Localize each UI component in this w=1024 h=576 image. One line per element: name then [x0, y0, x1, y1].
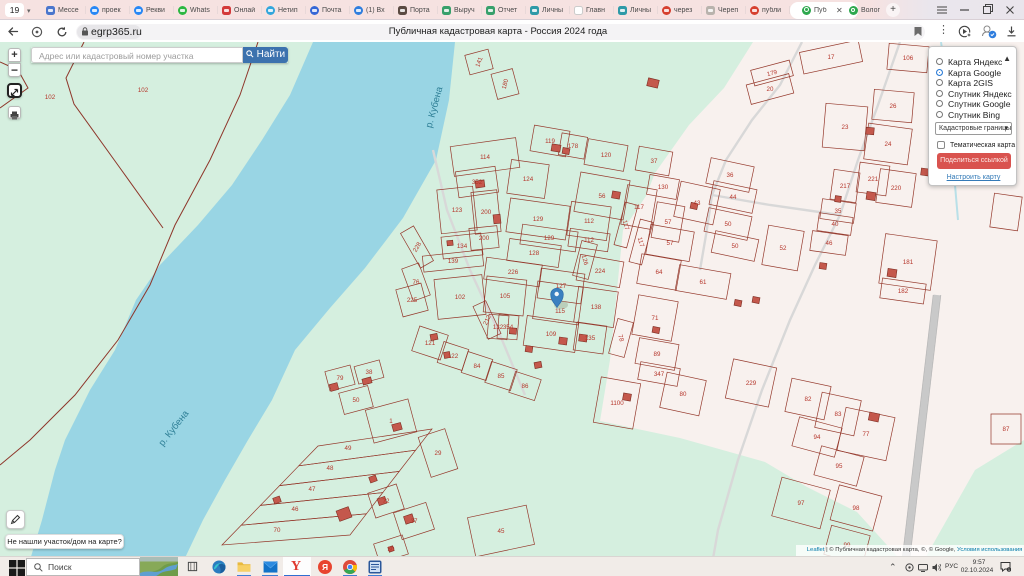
svg-text:30: 30: [388, 546, 395, 553]
svg-text:72: 72: [383, 498, 390, 505]
svg-text:83: 83: [835, 411, 842, 418]
svg-text:86: 86: [522, 383, 529, 390]
svg-text:46: 46: [292, 506, 299, 513]
svg-text:24: 24: [885, 141, 892, 148]
svg-text:121: 121: [425, 340, 436, 347]
svg-text:105: 105: [500, 293, 511, 300]
svg-text:79: 79: [337, 375, 344, 382]
svg-text:117: 117: [634, 204, 644, 211]
svg-text:129: 129: [544, 235, 555, 242]
svg-text:26: 26: [890, 103, 897, 110]
svg-text:56: 56: [599, 193, 606, 200]
svg-text:38: 38: [366, 369, 373, 376]
svg-text:23: 23: [842, 124, 849, 131]
svg-text:120: 120: [601, 152, 612, 159]
svg-text:112: 112: [584, 218, 594, 225]
svg-text:61: 61: [700, 279, 707, 286]
svg-text:135: 135: [585, 335, 596, 342]
svg-text:29: 29: [435, 450, 442, 457]
svg-text:102: 102: [138, 87, 149, 94]
svg-text:200: 200: [479, 235, 490, 242]
svg-text:347: 347: [654, 371, 665, 378]
svg-text:97: 97: [798, 500, 805, 507]
svg-text:119: 119: [545, 138, 555, 145]
svg-text:48: 48: [327, 465, 334, 472]
svg-text:95: 95: [836, 463, 843, 470]
svg-text:46: 46: [826, 240, 833, 247]
svg-text:Я: Я: [322, 562, 328, 572]
svg-text:138: 138: [591, 304, 602, 311]
svg-text:43: 43: [694, 200, 701, 207]
svg-text:76: 76: [413, 279, 420, 286]
svg-text:128: 128: [529, 250, 540, 257]
svg-text:50: 50: [725, 221, 732, 228]
svg-text:50: 50: [353, 397, 360, 404]
svg-text:352: 352: [472, 179, 483, 186]
svg-text:181: 181: [903, 259, 914, 266]
svg-text:40: 40: [832, 221, 839, 228]
svg-text:20: 20: [767, 86, 774, 93]
svg-text:1: 1: [389, 418, 393, 425]
svg-text:220: 220: [891, 185, 902, 192]
svg-text:36: 36: [727, 172, 734, 179]
svg-text:49: 49: [345, 445, 352, 452]
svg-text:224: 224: [595, 268, 606, 275]
svg-text:45: 45: [498, 528, 505, 535]
svg-text:112: 112: [584, 237, 594, 244]
svg-text:89: 89: [654, 351, 661, 358]
svg-text:85: 85: [498, 373, 505, 380]
svg-text:57: 57: [667, 240, 674, 247]
svg-text:178: 178: [568, 143, 579, 150]
svg-text:354: 354: [503, 324, 514, 331]
svg-text:129: 129: [533, 216, 544, 223]
svg-text:37: 37: [411, 518, 418, 525]
svg-text:139: 139: [448, 258, 459, 265]
svg-text:102: 102: [45, 94, 56, 101]
svg-text:1100: 1100: [610, 400, 624, 407]
svg-text:87: 87: [1003, 426, 1010, 433]
svg-text:44: 44: [730, 194, 737, 201]
svg-text:64: 64: [656, 269, 663, 276]
svg-text:102: 102: [455, 294, 466, 301]
svg-text:221: 221: [868, 176, 879, 183]
svg-text:217: 217: [840, 183, 851, 190]
svg-text:52: 52: [780, 245, 787, 252]
svg-text:122: 122: [448, 353, 459, 360]
svg-text:106: 106: [903, 55, 914, 62]
svg-text:84: 84: [474, 363, 481, 370]
svg-text:226: 226: [508, 269, 519, 276]
svg-text:35: 35: [835, 208, 842, 215]
svg-text:115: 115: [555, 308, 565, 315]
svg-text:82: 82: [805, 396, 812, 403]
svg-text:98: 98: [853, 505, 860, 512]
svg-text:47: 47: [309, 486, 316, 493]
svg-text:50: 50: [732, 243, 739, 250]
svg-text:114: 114: [480, 154, 490, 161]
svg-text:1: 1: [1008, 568, 1010, 572]
svg-text:57: 57: [665, 219, 672, 226]
svg-text:130: 130: [658, 184, 669, 191]
svg-text:123: 123: [452, 207, 463, 214]
svg-text:71: 71: [652, 315, 659, 322]
svg-text:94: 94: [814, 434, 821, 441]
svg-text:182: 182: [898, 288, 909, 295]
svg-text:225: 225: [407, 297, 418, 304]
svg-text:17: 17: [828, 54, 835, 61]
svg-text:200: 200: [481, 209, 492, 216]
svg-text:80: 80: [680, 391, 687, 398]
svg-text:70: 70: [274, 527, 281, 534]
svg-text:229: 229: [746, 380, 757, 387]
svg-text:109: 109: [546, 331, 557, 338]
svg-text:37: 37: [651, 158, 658, 165]
svg-text:134: 134: [457, 243, 468, 250]
svg-text:77: 77: [863, 431, 870, 438]
svg-text:124: 124: [523, 176, 534, 183]
